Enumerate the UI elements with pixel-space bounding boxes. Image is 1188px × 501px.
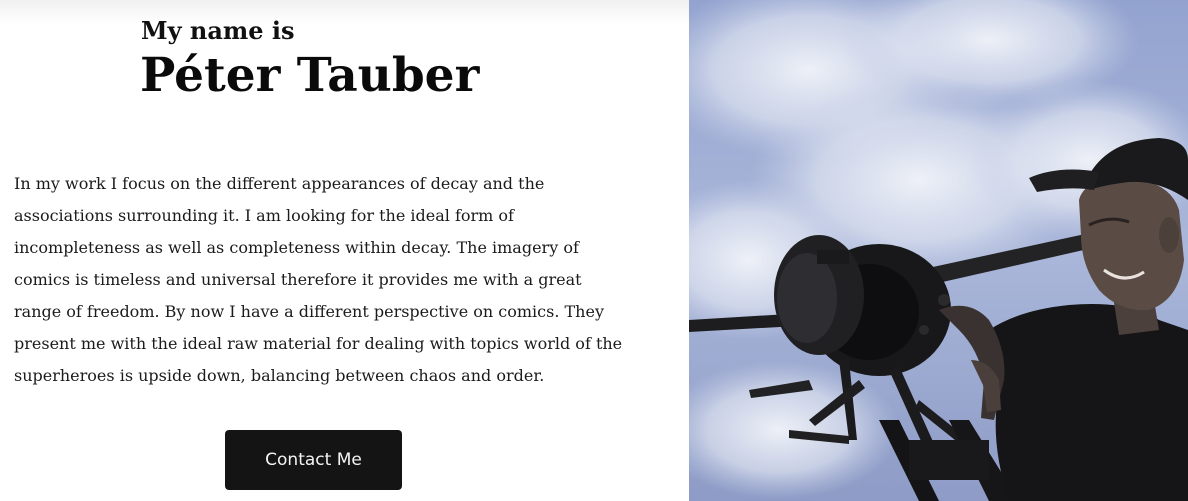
intro-heading: My name is xyxy=(141,16,295,45)
page: My name is Péter Tauber In my work I foc… xyxy=(0,0,1188,501)
artist-bio: In my work I focus on the different appe… xyxy=(14,174,623,385)
intro-section: My name is Péter Tauber In my work I foc… xyxy=(0,0,689,501)
artist-photo xyxy=(689,0,1188,501)
header-shadow xyxy=(0,0,689,24)
contact-me-button[interactable]: Contact Me xyxy=(225,430,402,490)
artist-name: Péter Tauber xyxy=(140,48,480,103)
